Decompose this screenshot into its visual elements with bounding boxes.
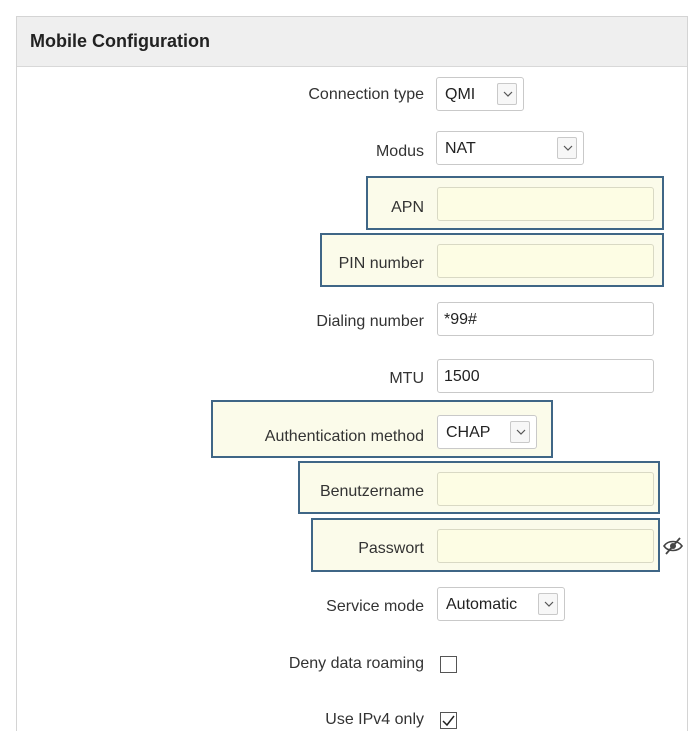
connection-type-select[interactable]: QMI — [436, 77, 524, 111]
chevron-down-icon — [497, 83, 517, 105]
pin-input[interactable] — [437, 244, 654, 278]
modus-value: NAT — [445, 140, 476, 157]
mtu-value: 1500 — [444, 368, 480, 385]
mtu-input[interactable]: 1500 — [437, 359, 654, 393]
deny-roaming-checkbox[interactable] — [440, 656, 457, 673]
deny-roaming-label: Deny data roaming — [288, 655, 424, 672]
dialing-number-input[interactable]: *99# — [437, 302, 654, 336]
service-mode-value: Automatic — [446, 596, 518, 613]
dialing-number-label: Dialing number — [316, 313, 424, 330]
ipv4-only-checkbox[interactable] — [440, 712, 457, 729]
chevron-down-icon — [538, 593, 558, 615]
ipv4-only-label: Use IPv4 only — [325, 711, 424, 728]
chevron-down-icon — [557, 137, 577, 159]
connection-type-label: Connection type — [308, 86, 424, 103]
chevron-down-icon — [510, 421, 530, 443]
connection-type-value: QMI — [445, 86, 476, 103]
service-mode-select[interactable]: Automatic — [437, 587, 565, 621]
dialing-number-value: *99# — [444, 311, 477, 328]
auth-method-label: Authentication method — [264, 428, 424, 445]
service-mode-label: Service mode — [326, 598, 424, 615]
username-input[interactable] — [437, 472, 654, 506]
auth-method-value: CHAP — [446, 424, 491, 441]
apn-input[interactable] — [437, 187, 654, 221]
apn-label: APN — [391, 199, 424, 216]
eye-slash-icon[interactable] — [662, 537, 684, 555]
password-label: Passwort — [358, 540, 424, 557]
username-label: Benutzername — [319, 483, 424, 500]
pin-label: PIN number — [338, 255, 424, 272]
password-input[interactable] — [437, 529, 654, 563]
modus-select[interactable]: NAT — [436, 131, 584, 165]
auth-method-select[interactable]: CHAP — [437, 415, 537, 449]
panel-header: Mobile Configuration — [17, 17, 687, 67]
modus-label: Modus — [375, 143, 424, 160]
panel-title: Mobile Configuration — [30, 31, 210, 51]
checkmark-icon — [442, 715, 455, 727]
mtu-label: MTU — [389, 370, 424, 387]
